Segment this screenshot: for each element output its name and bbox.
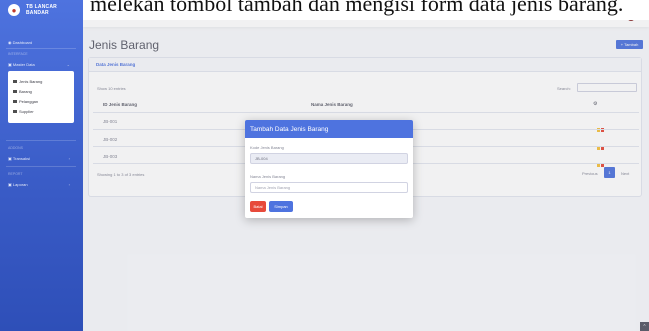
modal-title: Tambah Data Jenis Barang <box>250 126 329 133</box>
submenu-item-jenis-barang[interactable]: Jenis Barang <box>13 79 42 84</box>
sidebar-item-label: Laporan <box>12 182 28 187</box>
submenu-label: Barang <box>19 89 32 94</box>
cart-icon: ▣ <box>8 156 12 161</box>
kode-jenis-barang-field[interactable] <box>250 153 408 164</box>
sidebar: ● TB LANCAR BANDAR ◉ Dashboard Interface… <box>0 0 83 331</box>
sidebar-divider <box>6 166 76 167</box>
kode-label: Kode Jenis Barang <box>250 145 284 150</box>
nama-jenis-barang-field[interactable] <box>250 182 408 193</box>
scroll-to-top-icon[interactable]: ⌃ <box>640 322 649 331</box>
sidebar-heading: Report <box>8 172 23 176</box>
submenu-item-barang[interactable]: Barang <box>13 89 32 94</box>
submenu-item-pelanggan[interactable]: Pelanggan <box>13 99 38 104</box>
list-icon <box>13 80 17 84</box>
sidebar-item-dashboard[interactable]: ◉ Dashboard <box>8 40 32 45</box>
sidebar-item-label: Transaksi <box>12 156 31 161</box>
sidebar-heading: Addons <box>8 146 23 150</box>
brand-logo-icon: ● <box>8 4 20 16</box>
master-data-submenu: Jenis Barang Barang Pelanggan Supplier <box>8 71 74 123</box>
chevron-right-icon: › <box>68 182 70 187</box>
users-icon <box>13 100 17 104</box>
dashboard-icon: ◉ <box>8 40 12 45</box>
chevron-right-icon: › <box>68 156 70 161</box>
sidebar-divider <box>6 48 76 49</box>
brand[interactable]: ● TB LANCAR BANDAR <box>0 0 83 20</box>
modal-header: Tambah Data Jenis Barang <box>245 120 413 138</box>
box-icon <box>13 90 17 94</box>
sidebar-divider <box>6 140 76 141</box>
sidebar-item-transaksi[interactable]: ▣ Transaksi › <box>8 156 76 161</box>
submenu-label: Jenis Barang <box>19 79 43 84</box>
folder-icon: ▣ <box>8 62 12 67</box>
brand-text: TB LANCAR BANDAR <box>26 4 57 16</box>
submenu-label: Pelanggan <box>19 99 39 104</box>
sidebar-item-label: Dashboard <box>12 40 33 45</box>
chevron-down-icon: ⌄ <box>66 62 70 67</box>
sidebar-item-label: Master Data <box>12 62 35 67</box>
save-button[interactable]: Simpan <box>269 201 293 212</box>
sidebar-item-laporan[interactable]: ▣ Laporan › <box>8 182 76 187</box>
nama-label: Nama Jenis Barang <box>250 174 286 179</box>
sidebar-item-master-data[interactable]: ▣ Master Data ⌄ <box>8 62 76 67</box>
caption-strip: melekan tombol tambah dan mengisi form d… <box>0 0 649 20</box>
brand-line2: BANDAR <box>26 10 49 16</box>
sidebar-heading: Interface <box>8 52 28 56</box>
truck-icon <box>13 110 17 114</box>
submenu-label: Supplier <box>19 109 34 114</box>
add-jenis-barang-modal: Tambah Data Jenis Barang Kode Jenis Bara… <box>245 120 413 218</box>
submenu-item-supplier[interactable]: Supplier <box>13 109 34 114</box>
caption-text: melekan tombol tambah dan mengisi form d… <box>90 0 624 16</box>
report-icon: ▣ <box>8 182 12 187</box>
cancel-button[interactable]: Batal <box>250 201 266 212</box>
